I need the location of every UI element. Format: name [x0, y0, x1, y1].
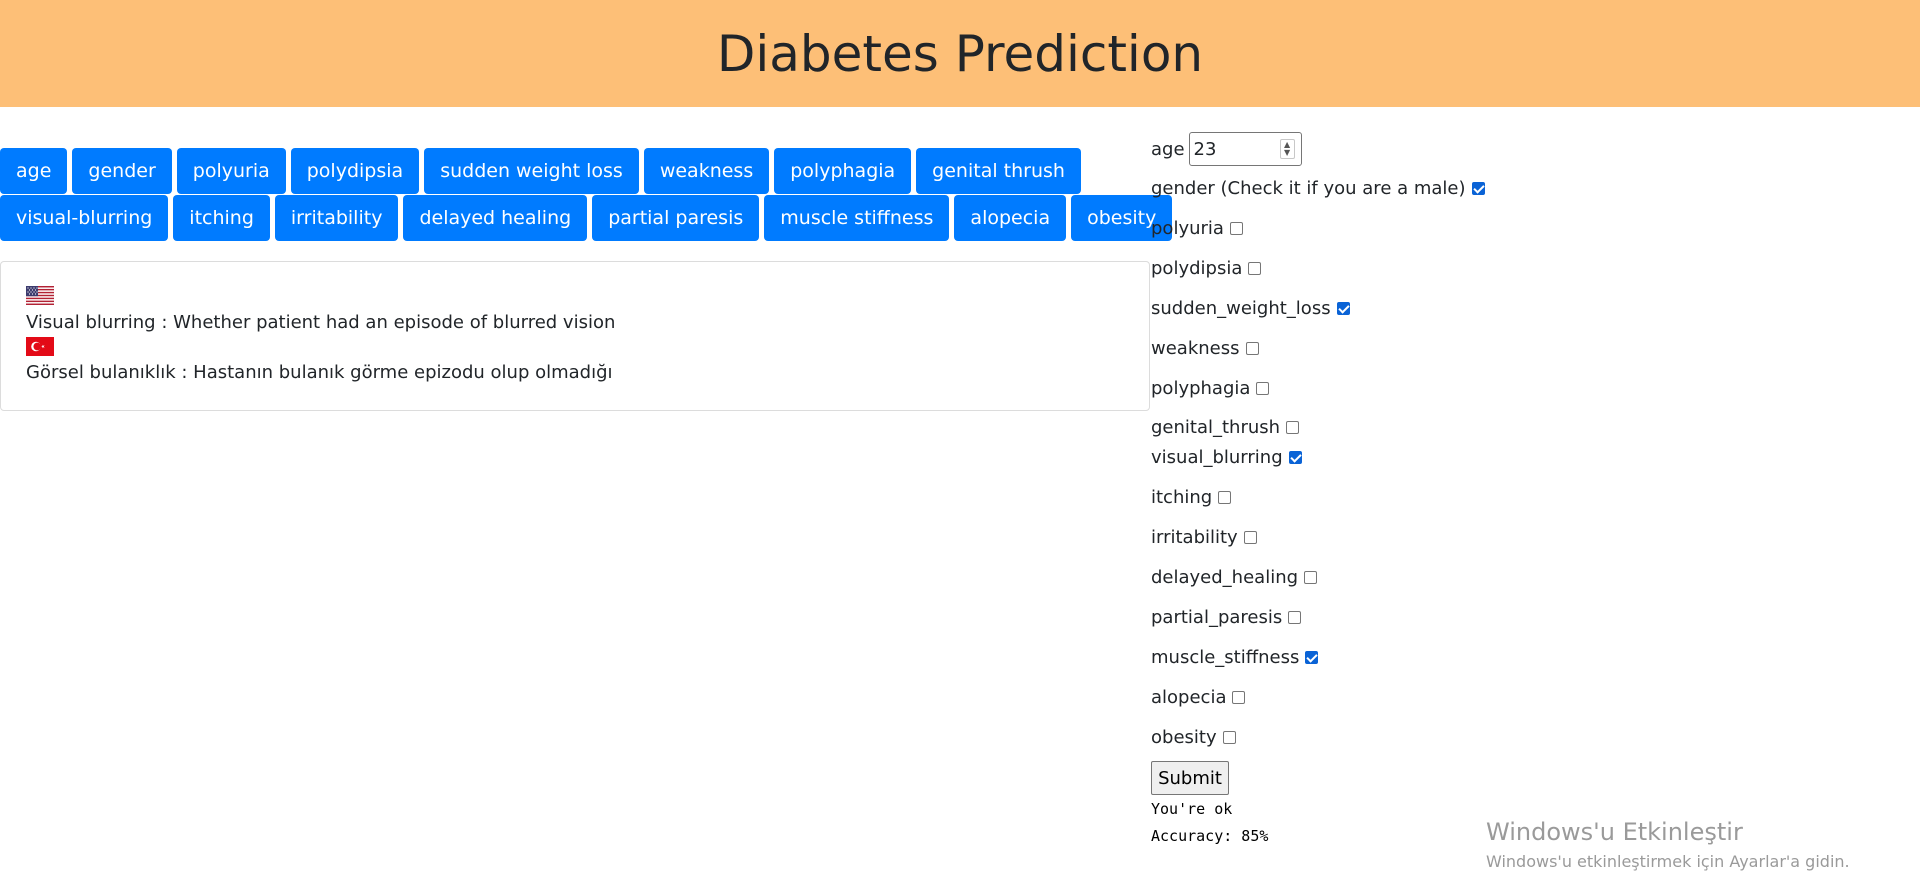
- feature-button-muscle-stiffness[interactable]: muscle stiffness: [764, 195, 950, 241]
- feature-button-polyphagia[interactable]: polyphagia: [774, 148, 912, 194]
- feature-buttons-row-1: age gender polyuria polydipsia sudden we…: [0, 148, 1110, 194]
- age-value: 23: [1193, 138, 1217, 160]
- polyphagia-checkbox[interactable]: [1256, 381, 1270, 395]
- field-label: muscle_stiffness: [1151, 646, 1300, 668]
- polydipsia-checkbox[interactable]: [1248, 261, 1262, 275]
- field-row-delayed-healing: delayed_healing: [1151, 564, 1318, 590]
- field-label: itching: [1151, 486, 1213, 508]
- feature-button-genital-thrush[interactable]: genital thrush: [916, 148, 1081, 194]
- field-label: visual_blurring: [1151, 446, 1283, 468]
- feature-button-alopecia[interactable]: alopecia: [954, 195, 1067, 241]
- itching-checkbox[interactable]: [1218, 490, 1232, 504]
- field-label: polydipsia: [1151, 257, 1243, 279]
- age-spinner[interactable]: ▲ ▼: [1279, 139, 1295, 159]
- weakness-checkbox[interactable]: [1245, 341, 1259, 355]
- delayed-healing-checkbox[interactable]: [1304, 570, 1318, 584]
- field-row-weakness: weakness: [1151, 335, 1259, 361]
- field-label: partial_paresis: [1151, 606, 1283, 628]
- age-row: age 23 ▲ ▼: [1151, 132, 1302, 166]
- page-header: Diabetes Prediction: [0, 0, 1920, 107]
- page-title: Diabetes Prediction: [716, 24, 1204, 83]
- field-row-genital-thrush: genital_thrush: [1151, 414, 1300, 440]
- field-label: alopecia: [1151, 686, 1227, 708]
- field-row-itching: itching: [1151, 484, 1232, 510]
- field-label: delayed_healing: [1151, 566, 1299, 588]
- visual-blurring-checkbox[interactable]: [1288, 450, 1302, 464]
- feature-button-gender[interactable]: gender: [72, 148, 172, 194]
- us-flag-icon: [26, 286, 54, 305]
- activation-watermark-title: Windows'u Etkinleştir: [1486, 818, 1743, 846]
- feature-buttons: age gender polyuria polydipsia sudden we…: [0, 148, 1173, 242]
- field-label: weakness: [1151, 337, 1240, 359]
- activation-watermark-subtitle: Windows'u etkinleştirmek için Ayarlar'a …: [1486, 852, 1850, 871]
- description-card: Visual blurring : Whether patient had an…: [0, 261, 1150, 411]
- field-row-polydipsia: polydipsia: [1151, 255, 1262, 281]
- turkey-flag-icon: [26, 337, 54, 356]
- genital-thrush-checkbox[interactable]: [1286, 420, 1300, 434]
- result-accuracy: Accuracy: 85%: [1151, 827, 1269, 845]
- muscle-stiffness-checkbox[interactable]: [1305, 650, 1319, 664]
- field-row-alopecia: alopecia: [1151, 684, 1246, 710]
- description-english: Visual blurring : Whether patient had an…: [26, 312, 616, 333]
- field-row-muscle-stiffness: muscle_stiffness: [1151, 644, 1319, 670]
- feature-button-visual-blurring[interactable]: visual-blurring: [0, 195, 169, 241]
- feature-button-irritability[interactable]: irritability: [274, 195, 399, 241]
- submit-button[interactable]: Submit: [1151, 761, 1229, 795]
- field-label: genital_thrush: [1151, 416, 1281, 438]
- chevron-down-icon[interactable]: ▼: [1284, 149, 1290, 157]
- feature-button-polyuria[interactable]: polyuria: [176, 148, 286, 194]
- feature-button-itching[interactable]: itching: [173, 195, 270, 241]
- feature-buttons-row-2: visual-blurring itching irritability del…: [0, 195, 1173, 241]
- field-row-irritability: irritability: [1151, 524, 1257, 550]
- feature-button-age[interactable]: age: [0, 148, 68, 194]
- field-label: polyphagia: [1151, 377, 1251, 399]
- field-label: gender (Check it if you are a male): [1151, 177, 1466, 199]
- polyuria-checkbox[interactable]: [1229, 221, 1243, 235]
- gender-checkbox[interactable]: [1471, 181, 1485, 195]
- field-row-obesity: obesity: [1151, 724, 1236, 750]
- sudden-weight-loss-checkbox[interactable]: [1336, 301, 1350, 315]
- field-row-polyphagia: polyphagia: [1151, 375, 1270, 401]
- partial-paresis-checkbox[interactable]: [1288, 610, 1302, 624]
- feature-button-polydipsia[interactable]: polydipsia: [290, 148, 420, 194]
- field-row-partial-paresis: partial_paresis: [1151, 604, 1302, 630]
- field-row-polyuria: polyuria: [1151, 215, 1243, 241]
- field-label: sudden_weight_loss: [1151, 297, 1331, 319]
- feature-button-partial-paresis[interactable]: partial paresis: [592, 195, 760, 241]
- field-label: obesity: [1151, 726, 1217, 748]
- age-input[interactable]: 23 ▲ ▼: [1188, 132, 1302, 166]
- obesity-checkbox[interactable]: [1222, 730, 1236, 744]
- alopecia-checkbox[interactable]: [1232, 690, 1246, 704]
- feature-button-sudden-weight-loss[interactable]: sudden weight loss: [424, 148, 639, 194]
- field-row-sudden-weight-loss: sudden_weight_loss: [1151, 295, 1350, 321]
- irritability-checkbox[interactable]: [1243, 530, 1257, 544]
- feature-button-weakness[interactable]: weakness: [643, 148, 770, 194]
- feature-button-delayed-healing[interactable]: delayed healing: [403, 195, 588, 241]
- result-status: You're ok: [1151, 800, 1233, 818]
- field-label: irritability: [1151, 526, 1238, 548]
- age-label: age: [1151, 138, 1185, 160]
- field-row-visual-blurring: visual_blurring: [1151, 444, 1302, 470]
- field-row-gender: gender (Check it if you are a male): [1151, 175, 1485, 201]
- field-label: polyuria: [1151, 217, 1224, 239]
- description-turkish: Görsel bulanıklık : Hastanın bulanık gör…: [26, 362, 613, 383]
